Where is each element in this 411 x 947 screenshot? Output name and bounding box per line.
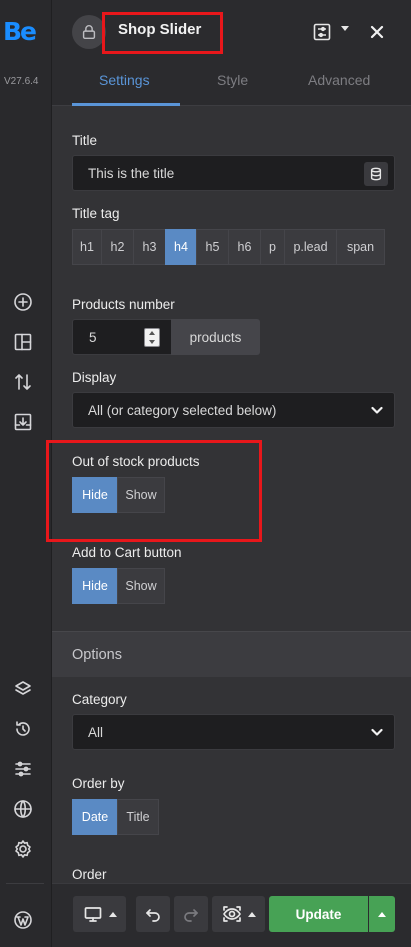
preview-button[interactable]: [212, 896, 265, 932]
options-section-title: Options: [72, 647, 122, 663]
order-label: Order: [72, 867, 107, 882]
title-input[interactable]: This is the title: [72, 155, 395, 191]
tab-style[interactable]: Style: [217, 72, 248, 88]
display-label: Display: [72, 370, 117, 385]
title-tag-selector: h1 h2 h3 h4 h5 h6 p p.lead span: [72, 229, 385, 265]
update-button[interactable]: Update: [269, 896, 368, 932]
order-by-date-option[interactable]: Date: [72, 799, 118, 835]
version-label: V27.6.4: [4, 76, 39, 87]
category-label: Category: [72, 692, 127, 707]
spinner-down-icon[interactable]: [149, 340, 155, 344]
order-by-title-option[interactable]: Title: [117, 799, 159, 835]
category-select[interactable]: All: [72, 714, 395, 750]
title-tag-option-p-lead[interactable]: p.lead: [284, 229, 337, 265]
desktop-icon: [84, 907, 101, 922]
history-icon[interactable]: [13, 719, 33, 739]
layers-icon[interactable]: [13, 679, 33, 699]
chevron-up-icon: [108, 911, 117, 917]
redo-icon: [184, 909, 198, 922]
add-to-cart-hide-option[interactable]: Hide: [72, 568, 118, 604]
panel-tabs: Settings Style Advanced: [52, 64, 411, 106]
left-rail: Be V27.6.4: [0, 0, 52, 947]
chevron-down-icon[interactable]: [341, 26, 349, 31]
title-tag-option-h1[interactable]: h1: [72, 229, 102, 265]
active-tab-underline: [72, 103, 180, 106]
close-icon[interactable]: [367, 22, 387, 42]
title-tag-option-h4[interactable]: h4: [165, 229, 197, 265]
title-label: Title: [72, 133, 98, 148]
chevron-up-icon: [247, 911, 256, 917]
title-tag-option-h2[interactable]: h2: [101, 229, 134, 265]
products-number-value: 5: [89, 330, 97, 345]
category-select-value: All: [88, 725, 104, 740]
sort-icon[interactable]: [13, 372, 33, 392]
wordpress-icon[interactable]: [13, 910, 33, 930]
title-tag-label: Title tag: [72, 206, 120, 221]
chevron-down-icon: [370, 725, 384, 739]
settings-icon[interactable]: [13, 839, 33, 859]
display-select-value: All (or category selected below): [88, 403, 277, 418]
panel-footer: Update: [52, 883, 411, 947]
globe-icon[interactable]: [13, 799, 33, 819]
tab-advanced[interactable]: Advanced: [308, 72, 370, 88]
preview-icon: [222, 906, 241, 922]
out-of-stock-highlight-box: [46, 440, 262, 542]
import-icon[interactable]: [13, 412, 33, 432]
add-to-cart-label: Add to Cart button: [72, 545, 182, 560]
products-number-label: Products number: [72, 297, 175, 312]
sliders-icon[interactable]: [13, 759, 33, 779]
undo-icon: [146, 909, 160, 922]
be-logo[interactable]: Be: [3, 17, 37, 46]
title-highlight-box: [102, 12, 223, 54]
add-to-cart-show-option[interactable]: Show: [117, 568, 165, 604]
title-tag-option-span[interactable]: span: [336, 229, 385, 265]
title-input-value: This is the title: [88, 166, 175, 181]
responsive-device-button[interactable]: [73, 896, 126, 932]
order-by-label: Order by: [72, 776, 125, 791]
number-spinner[interactable]: [144, 328, 160, 347]
tab-settings[interactable]: Settings: [99, 72, 150, 88]
redo-button[interactable]: [174, 896, 208, 932]
layout-icon[interactable]: [13, 332, 33, 352]
chevron-up-icon: [378, 911, 386, 917]
update-options-button[interactable]: [369, 896, 395, 932]
title-tag-option-h6[interactable]: h6: [228, 229, 261, 265]
panel-header: Shop Slider: [52, 0, 411, 64]
add-icon[interactable]: [13, 292, 33, 312]
title-tag-option-h3[interactable]: h3: [133, 229, 166, 265]
order-by-toggle: Date Title: [72, 799, 159, 835]
products-unit-label: products: [171, 319, 260, 355]
undo-button[interactable]: [136, 896, 170, 932]
spinner-up-icon[interactable]: [149, 331, 155, 335]
title-tag-option-h5[interactable]: h5: [196, 229, 229, 265]
chevron-down-icon: [370, 403, 384, 417]
presets-icon[interactable]: [312, 22, 332, 42]
title-tag-option-p[interactable]: p: [260, 229, 285, 265]
database-icon[interactable]: [364, 162, 388, 186]
display-select[interactable]: All (or category selected below): [72, 392, 395, 428]
add-to-cart-toggle: Hide Show: [72, 568, 165, 604]
rail-divider: [6, 883, 44, 884]
element-settings-panel: Shop Slider Settings Style Advanced Titl…: [46, 0, 411, 947]
products-number-input[interactable]: 5: [72, 319, 171, 355]
options-section-header[interactable]: Options: [52, 631, 411, 677]
lock-icon[interactable]: [72, 15, 106, 49]
